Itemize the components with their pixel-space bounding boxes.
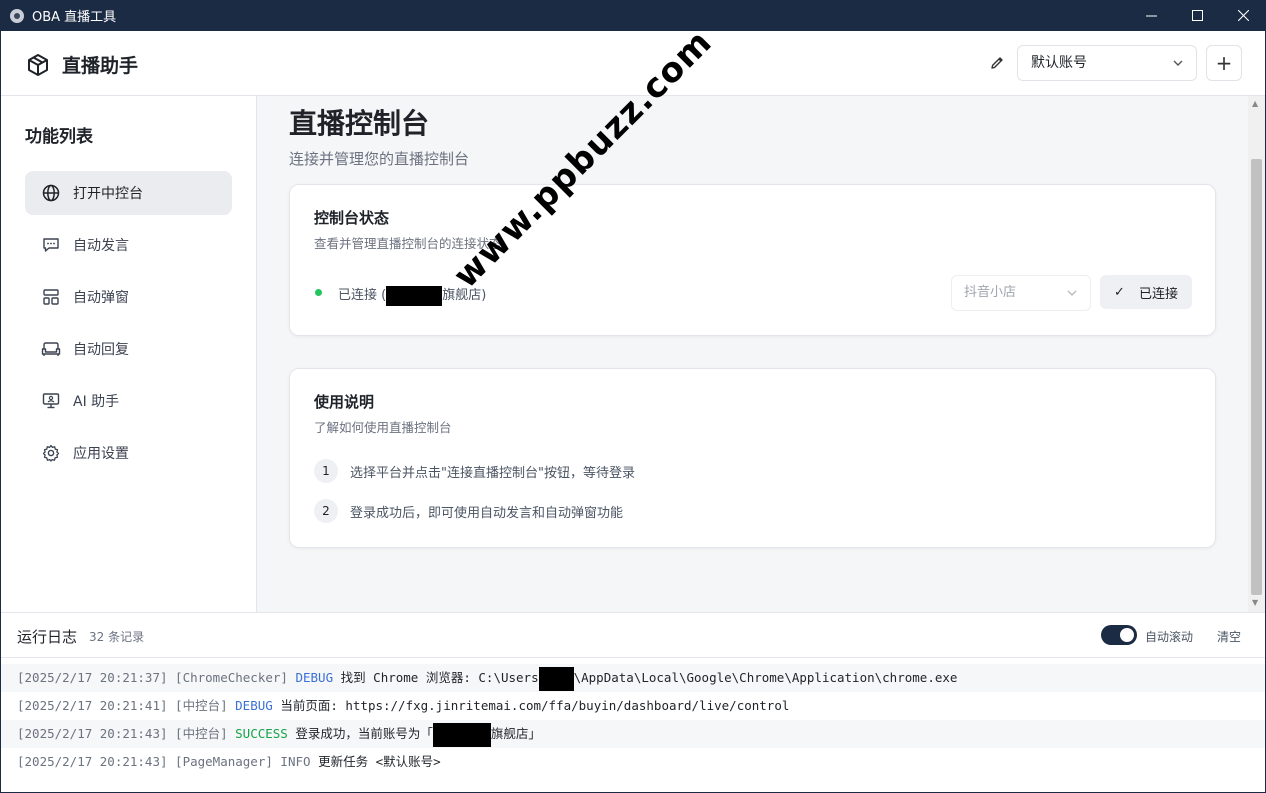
page-title: 直播控制台 bbox=[289, 107, 430, 140]
sidebar-item-auto-reply[interactable]: 自动回复 bbox=[25, 327, 232, 371]
clear-log-button[interactable]: 清空 bbox=[1217, 628, 1241, 645]
log-message-tail: 旗舰店」 bbox=[490, 726, 541, 741]
chevron-down-icon bbox=[1173, 60, 1183, 66]
layout-icon bbox=[41, 287, 61, 307]
brand-title: 直播助手 bbox=[62, 55, 139, 77]
platform-select-value: 抖音小店 bbox=[964, 285, 1017, 300]
log-level: DEBUG bbox=[295, 670, 334, 685]
log-panel: 运行日志 32 条记录 自动滚动 清空 [2025/2/17 20:21:37]… bbox=[1, 612, 1265, 792]
globe-icon bbox=[41, 183, 61, 203]
sidebar-item-auto-popup[interactable]: 自动弹窗 bbox=[25, 275, 232, 319]
package-icon bbox=[28, 53, 48, 76]
log-message-tail: \AppData\Local\Google\Chrome\Application… bbox=[573, 670, 958, 685]
account-select[interactable]: 默认账号 bbox=[1017, 45, 1197, 81]
log-title: 运行日志 bbox=[17, 628, 78, 646]
add-account-button[interactable]: + bbox=[1206, 45, 1242, 81]
sidebar-item-label: 应用设置 bbox=[73, 446, 129, 462]
log-message: 登录成功，当前账号为「 bbox=[295, 726, 433, 741]
platform-select[interactable]: 抖音小店 bbox=[951, 275, 1091, 311]
sidebar-item-label: 打开中控台 bbox=[73, 186, 143, 202]
usage-help-card: 使用说明 了解如何使用直播控制台 1 选择平台并点击"连接直播控制台"按钮，等待… bbox=[289, 368, 1216, 548]
card-title: 使用说明 bbox=[314, 393, 375, 411]
chevron-down-icon bbox=[1067, 290, 1077, 296]
sofa-icon bbox=[41, 339, 61, 359]
status-prefix: 已连接 ( bbox=[338, 288, 387, 303]
log-entry: [2025/2/17 20:21:43] [中控台] SUCCESS 登录成功，… bbox=[1, 720, 1265, 748]
sidebar-item-label: 自动弹窗 bbox=[73, 290, 129, 306]
sidebar-title: 功能列表 bbox=[25, 127, 93, 147]
help-step: 2 登录成功后，即可使用自动发言和自动弹窗功能 bbox=[314, 499, 623, 523]
scrollbar-thumb[interactable] bbox=[1251, 159, 1262, 595]
step-text: 选择平台并点击"连接直播控制台"按钮，等待登录 bbox=[350, 465, 635, 481]
pencil-icon bbox=[991, 57, 1003, 69]
log-entry: [2025/2/17 20:21:43] [PageManager] INFO … bbox=[1, 748, 1265, 776]
brand: 直播助手 bbox=[26, 51, 138, 78]
maximize-icon bbox=[1191, 10, 1203, 21]
message-icon bbox=[41, 235, 61, 255]
log-timestamp: [2025/2/17 20:21:37] bbox=[17, 670, 168, 685]
card-description: 了解如何使用直播控制台 bbox=[314, 420, 452, 435]
main-scrollbar[interactable]: ▲ ▼ bbox=[1248, 96, 1265, 612]
log-source: [ChromeChecker] bbox=[175, 670, 288, 685]
plus-icon: + bbox=[1215, 51, 1233, 75]
sidebar-item-label: 自动回复 bbox=[73, 342, 129, 358]
step-number: 2 bbox=[314, 499, 338, 523]
help-step: 1 选择平台并点击"连接直播控制台"按钮，等待登录 bbox=[314, 459, 635, 483]
gear-icon bbox=[41, 443, 61, 463]
log-message: 更新任务 <默认账号> bbox=[318, 754, 441, 769]
connected-button-label: 已连接 bbox=[1138, 286, 1178, 302]
page-subtitle: 连接并管理您的直播控制台 bbox=[289, 150, 470, 168]
log-level: INFO bbox=[280, 754, 311, 769]
log-source: [中控台] bbox=[175, 698, 228, 713]
log-header: 运行日志 32 条记录 自动滚动 清空 bbox=[1, 613, 1265, 658]
autoscroll-label: 自动滚动 bbox=[1145, 630, 1194, 644]
sidebar-item-settings[interactable]: 应用设置 bbox=[25, 431, 232, 475]
log-entry: [2025/2/17 20:21:41] [中控台] DEBUG 当前页面: h… bbox=[1, 692, 1265, 720]
account-select-value: 默认账号 bbox=[1031, 55, 1087, 71]
minimize-button[interactable] bbox=[1128, 0, 1174, 31]
window-title: OBA 直播工具 bbox=[32, 10, 117, 25]
connection-status: 已连接 (旗舰店) bbox=[338, 284, 486, 306]
card-title: 控制台状态 bbox=[314, 209, 390, 227]
sidebar-item-auto-message[interactable]: 自动发言 bbox=[25, 223, 232, 267]
edit-account-button[interactable] bbox=[987, 53, 1007, 73]
log-timestamp: [2025/2/17 20:21:43] bbox=[17, 726, 168, 741]
connected-button[interactable]: ✓ 已连接 bbox=[1100, 275, 1192, 309]
close-icon bbox=[1237, 10, 1249, 21]
maximize-button[interactable] bbox=[1174, 0, 1220, 31]
log-entry: [2025/2/17 20:21:37] [ChromeChecker] DEB… bbox=[1, 664, 1265, 692]
sidebar-item-label: 自动发言 bbox=[73, 238, 129, 254]
log-message: 找到 Chrome 浏览器: C:\Users bbox=[340, 670, 539, 685]
sidebar-item-label: AI 助手 bbox=[73, 394, 120, 410]
redacted-block bbox=[386, 285, 443, 306]
log-count: 32 条记录 bbox=[89, 630, 145, 644]
sidebar-item-open-console[interactable]: 打开中控台 bbox=[25, 171, 232, 215]
monitor-icon bbox=[41, 391, 61, 411]
autoscroll-toggle[interactable] bbox=[1101, 625, 1137, 645]
redacted-block bbox=[538, 666, 574, 691]
sidebar-item-ai-assistant[interactable]: AI 助手 bbox=[25, 379, 232, 423]
log-source: [中控台] bbox=[175, 726, 228, 741]
minimize-icon bbox=[1145, 15, 1157, 17]
redacted-block bbox=[432, 722, 491, 747]
status-dot bbox=[315, 289, 322, 296]
main-content: 直播控制台 连接并管理您的直播控制台 控制台状态 查看并管理直播控制台的连接状态… bbox=[258, 96, 1248, 612]
log-message: 当前页面: https://fxg.jinritemai.com/ffa/buy… bbox=[280, 698, 790, 713]
log-source: [PageManager] bbox=[175, 754, 273, 769]
close-button[interactable] bbox=[1220, 0, 1266, 31]
window-titlebar: OBA 直播工具 bbox=[0, 0, 1266, 31]
sidebar: 功能列表 打开中控台 自动发言 自动弹窗 自动回复 AI 助手 应用设置 bbox=[1, 96, 257, 612]
step-text: 登录成功后，即可使用自动发言和自动弹窗功能 bbox=[350, 505, 624, 521]
log-level: DEBUG bbox=[235, 698, 273, 713]
scroll-down-icon[interactable]: ▼ bbox=[1252, 598, 1258, 607]
log-timestamp: [2025/2/17 20:21:41] bbox=[17, 698, 168, 713]
log-level: SUCCESS bbox=[235, 726, 288, 741]
scroll-up-icon[interactable]: ▲ bbox=[1252, 99, 1258, 108]
step-number: 1 bbox=[314, 459, 338, 483]
app-logo-icon bbox=[10, 8, 24, 23]
window-controls bbox=[1128, 0, 1266, 31]
check-icon: ✓ bbox=[1114, 284, 1125, 300]
log-timestamp: [2025/2/17 20:21:43] bbox=[17, 754, 168, 769]
console-status-card: 控制台状态 查看并管理直播控制台的连接状态 已连接 (旗舰店) 抖音小店 ✓ 已… bbox=[289, 184, 1216, 336]
